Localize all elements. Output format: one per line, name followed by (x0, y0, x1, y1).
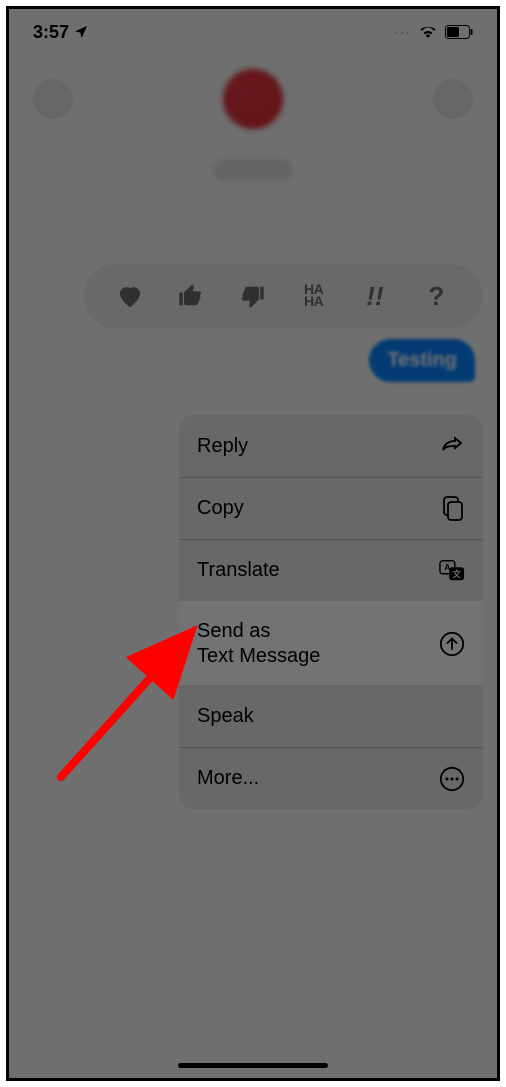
cellular-icon: ··· (394, 24, 411, 40)
menu-speak[interactable]: Speak (179, 685, 483, 747)
menu-send-as-text-label: Send as Text Message (197, 619, 320, 669)
tapback-heart[interactable] (110, 276, 150, 316)
menu-speak-label: Speak (197, 704, 254, 729)
copy-icon (439, 496, 465, 522)
context-menu: Reply Copy Translate A文 Send as Text Mes… (179, 415, 483, 809)
tapback-exclaim[interactable]: !! (355, 276, 395, 316)
reply-icon (439, 433, 465, 459)
contact-avatar[interactable] (223, 69, 283, 129)
status-time: 3:57 (33, 22, 69, 43)
video-call-button[interactable] (433, 79, 473, 119)
send-up-icon (439, 631, 465, 657)
message-bubble[interactable]: Testing (369, 339, 475, 382)
tapback-thumbs-up[interactable] (171, 276, 211, 316)
menu-reply[interactable]: Reply (179, 415, 483, 477)
translate-icon: A文 (439, 558, 465, 584)
status-bar: 3:57 ··· (9, 9, 497, 55)
tapback-thumbs-down[interactable] (232, 276, 272, 316)
menu-more-label: More... (197, 766, 259, 791)
menu-reply-label: Reply (197, 434, 248, 459)
menu-translate[interactable]: Translate A文 (179, 539, 483, 601)
menu-more[interactable]: More... (179, 747, 483, 809)
home-indicator[interactable] (178, 1063, 328, 1068)
more-icon (439, 766, 465, 792)
conversation-header (9, 69, 497, 239)
contact-name[interactable] (213, 159, 293, 181)
speak-icon (439, 704, 465, 730)
tapback-bar: HAHA !! ? (83, 264, 483, 328)
location-icon (73, 24, 89, 40)
menu-copy-label: Copy (197, 496, 244, 521)
message-text: Testing (387, 349, 457, 371)
tapback-question[interactable]: ? (416, 276, 456, 316)
menu-send-as-text[interactable]: Send as Text Message (179, 601, 483, 685)
battery-icon (445, 25, 473, 39)
wifi-icon (419, 25, 437, 39)
back-button[interactable] (33, 79, 73, 119)
svg-text:文: 文 (452, 569, 461, 579)
tapback-haha[interactable]: HAHA (294, 276, 334, 316)
menu-translate-label: Translate (197, 558, 280, 583)
menu-copy[interactable]: Copy (179, 477, 483, 539)
